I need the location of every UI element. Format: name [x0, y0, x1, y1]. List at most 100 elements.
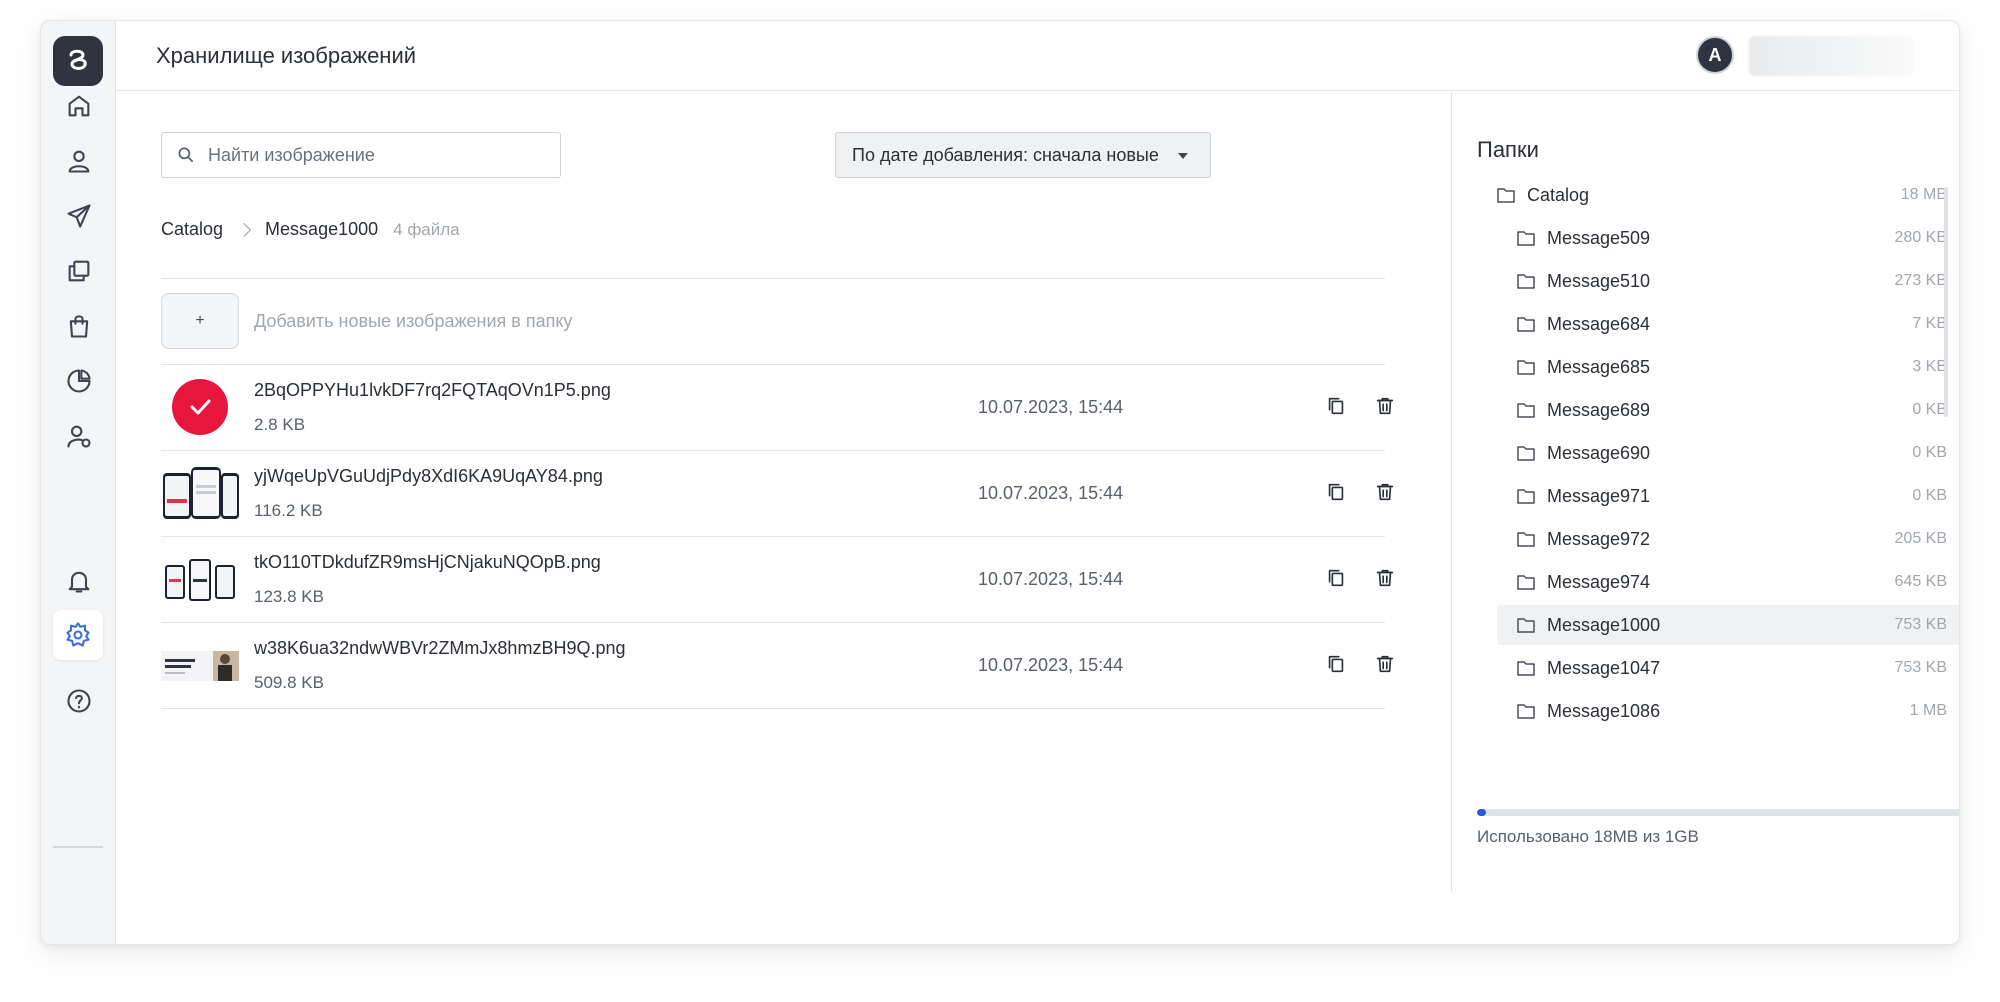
storage-usage-bar — [1477, 809, 1959, 816]
search-icon — [178, 147, 194, 163]
home-icon — [68, 95, 90, 117]
file-thumbnail — [161, 635, 239, 695]
file-count: 4 файла — [393, 219, 460, 239]
breadcrumb-root[interactable]: Catalog — [161, 219, 223, 240]
breadcrumb: Catalog Message1000 4 файла — [161, 219, 460, 240]
user-name-blurred[interactable] — [1749, 36, 1914, 76]
file-name: tkO110TDkdufZR9msHjCNjakuNQOpB.png — [254, 552, 601, 572]
copy-icon — [1328, 655, 1344, 673]
nav-home[interactable] — [59, 86, 99, 126]
folder-name: Message972 — [1547, 528, 1651, 549]
shopping-bag-icon — [69, 315, 89, 338]
folder-item[interactable]: Message1086 1 MB — [1497, 691, 1959, 731]
caret-down-icon — [1178, 153, 1188, 159]
folder-item[interactable]: Message974 645 KB — [1497, 562, 1959, 602]
folder-item[interactable]: Message689 0 KB — [1497, 390, 1959, 430]
folders-title: Папки — [1477, 137, 1539, 162]
folder-icon — [1517, 360, 1535, 375]
folder-name: Message1086 — [1547, 700, 1661, 721]
folder-item[interactable]: Message1047 753 KB — [1497, 648, 1959, 688]
search-input[interactable] — [208, 144, 548, 166]
copy-icon — [1328, 569, 1344, 587]
add-images-text: Добавить новые изображения в папку — [254, 310, 573, 331]
folder-size: 753 KB — [1894, 616, 1947, 633]
file-date: 10.07.2023, 15:44 — [978, 397, 1124, 417]
folder-item[interactable]: Message690 0 KB — [1497, 433, 1959, 473]
folder-icon — [1517, 532, 1535, 547]
trash-icon — [1376, 569, 1394, 587]
file-row[interactable]: 2BqOPPYHu1lvkDF7rq2FQTAqOVn1P5.png 2.8 K… — [161, 365, 1394, 451]
copy-icon — [68, 260, 90, 282]
file-date: 10.07.2023, 15:44 — [978, 483, 1124, 503]
folder-item[interactable]: Message972 205 KB — [1497, 519, 1959, 559]
file-row[interactable]: yjWqeUpVGuUdjPdy8XdI6KA9UqAY84.png 116.2… — [161, 451, 1394, 537]
copy-link-button[interactable] — [1325, 653, 1349, 677]
delete-button[interactable] — [1374, 395, 1398, 419]
folder-item[interactable]: Message509 280 KB — [1497, 218, 1959, 258]
page-title: Хранилище изображений — [156, 42, 417, 68]
folder-size: 18 MB — [1900, 186, 1947, 203]
folder-name: Message685 — [1547, 356, 1651, 377]
delete-button[interactable] — [1374, 567, 1398, 591]
folder-icon — [1517, 618, 1535, 633]
folder-item[interactable]: Message685 3 KB — [1497, 347, 1959, 387]
breadcrumb-current: Message1000 — [265, 219, 379, 239]
copy-link-button[interactable] — [1325, 395, 1349, 419]
chevron-right-icon — [236, 222, 252, 237]
header: Хранилище изображений — [116, 21, 1959, 91]
delete-button[interactable] — [1374, 653, 1398, 677]
nav-send[interactable] — [59, 196, 99, 236]
folder-name: Message509 — [1547, 227, 1651, 248]
file-size: 123.8 KB — [254, 587, 324, 606]
storage-usage-fill — [1477, 809, 1487, 816]
nav-settings[interactable] — [53, 610, 103, 660]
logo[interactable] — [53, 36, 103, 86]
copy-icon — [1328, 483, 1344, 501]
main-content: По дате добавления: сначала новые Catalo… — [116, 92, 1451, 944]
storage-usage-text: Использовано 18MB из 1GB — [1477, 827, 1699, 846]
add-images-button[interactable]: + — [161, 293, 239, 349]
folder-tree: Catalog 18 MB Message509 280 KB Message5… — [1497, 175, 1959, 745]
folder-item[interactable]: Message971 0 KB — [1497, 476, 1959, 516]
folder-item-selected[interactable]: Message1000 753 KB — [1497, 605, 1959, 645]
selected-check-icon[interactable] — [172, 379, 228, 435]
file-size: 2.8 KB — [254, 415, 306, 434]
nav-help[interactable] — [59, 681, 99, 721]
folder-name: Message1000 — [1547, 614, 1661, 635]
folder-size: 205 KB — [1894, 530, 1947, 547]
divider — [161, 278, 1385, 279]
search-box[interactable] — [161, 132, 561, 178]
folder-scrollbar[interactable] — [1944, 187, 1948, 417]
sidebar-divider — [53, 846, 103, 848]
pie-chart-icon — [67, 369, 91, 393]
folder-size: 0 KB — [1912, 444, 1947, 461]
app-window: Хранилище изображений A По дате добавлен… — [40, 20, 1960, 945]
avatar[interactable]: A — [1696, 36, 1734, 74]
nav-users[interactable] — [59, 141, 99, 181]
nav-user-settings[interactable] — [59, 416, 99, 456]
nav-notifications[interactable] — [59, 561, 99, 601]
folder-item[interactable]: Catalog 18 MB — [1497, 175, 1959, 215]
folder-name: Message1047 — [1547, 657, 1661, 678]
folder-item[interactable]: Message684 7 KB — [1497, 304, 1959, 344]
nav-analytics[interactable] — [59, 361, 99, 401]
folder-item[interactable]: Message510 273 KB — [1497, 261, 1959, 301]
copy-icon — [1328, 397, 1344, 415]
folder-icon — [1517, 704, 1535, 719]
folders-panel: Папки Catalog 18 MB Message509 280 KB Me… — [1451, 92, 1959, 892]
copy-link-button[interactable] — [1325, 481, 1349, 505]
nav-templates[interactable] — [59, 251, 99, 291]
folder-size: 645 KB — [1894, 573, 1947, 590]
file-date: 10.07.2023, 15:44 — [978, 655, 1124, 675]
file-name: 2BqOPPYHu1lvkDF7rq2FQTAqOVn1P5.png — [254, 380, 611, 400]
file-row[interactable]: w38K6ua32ndwWBVr2ZMmJx8hmzBH9Q.png 509.8… — [161, 623, 1394, 709]
copy-link-button[interactable] — [1325, 567, 1349, 591]
folder-name: Message971 — [1547, 485, 1651, 506]
file-row[interactable]: tkO110TDkdufZR9msHjCNjakuNQOpB.png 123.8… — [161, 537, 1394, 623]
sort-dropdown[interactable]: По дате добавления: сначала новые — [835, 132, 1211, 178]
trash-icon — [1376, 397, 1394, 415]
bell-icon — [68, 571, 90, 593]
folder-name: Message684 — [1547, 313, 1651, 334]
nav-shop[interactable] — [59, 306, 99, 346]
delete-button[interactable] — [1374, 481, 1398, 505]
